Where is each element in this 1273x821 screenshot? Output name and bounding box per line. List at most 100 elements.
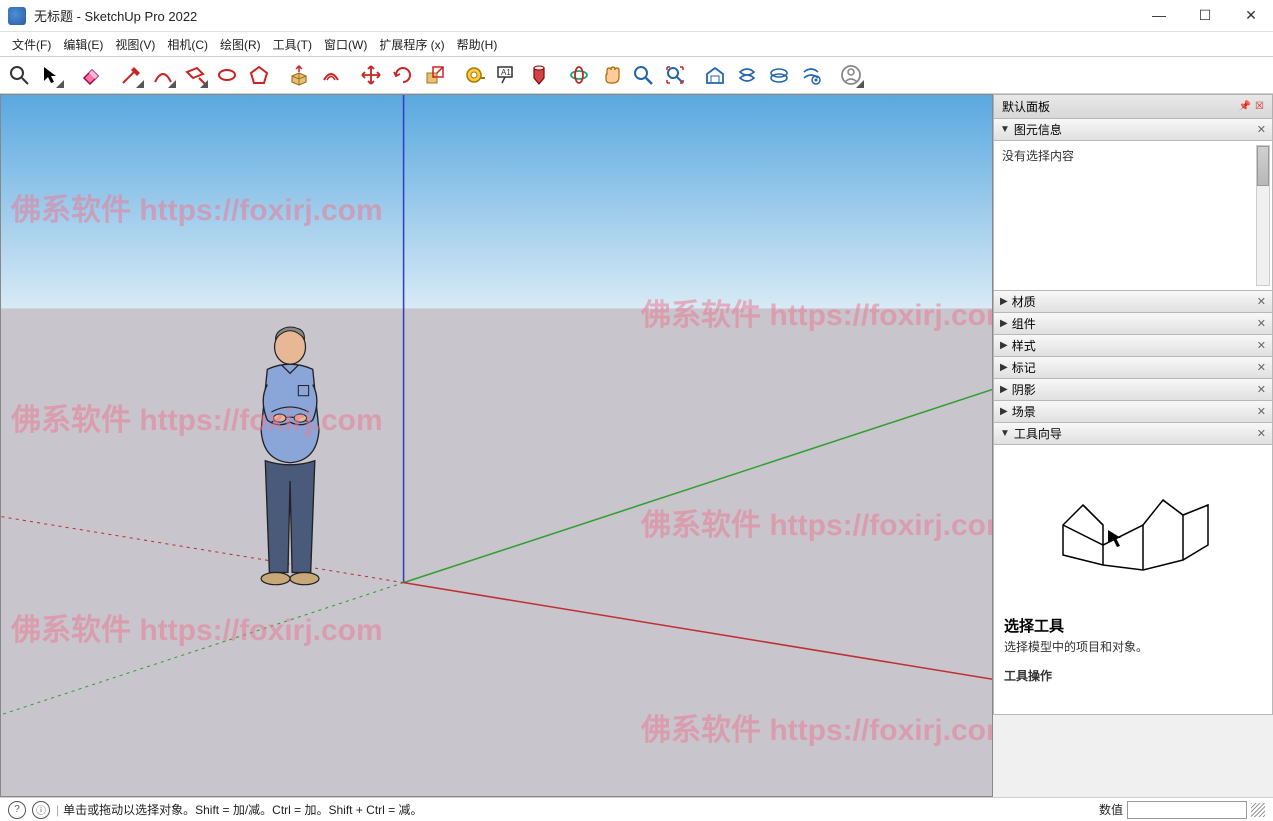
menu-extensions[interactable]: 扩展程序 (x)	[373, 33, 450, 56]
tray-title-bar[interactable]: 默认面板 📌 ☒	[993, 94, 1273, 119]
tape-tool[interactable]	[460, 60, 490, 90]
menu-tools[interactable]: 工具(T)	[267, 33, 318, 56]
panel-shadows-label: 阴影	[1012, 381, 1036, 398]
measure-label: 数值	[1099, 801, 1123, 818]
panel-entity-info-header[interactable]: ▼ 图元信息 ✕	[993, 118, 1273, 141]
line-tool[interactable]	[116, 60, 146, 90]
search-tool[interactable]	[4, 60, 34, 90]
expand-icon: ▶	[1000, 362, 1008, 373]
orbit-tool[interactable]	[564, 60, 594, 90]
warehouse-tool[interactable]	[700, 60, 730, 90]
expand-icon: ▶	[1000, 318, 1008, 329]
panel-close-icon[interactable]: ✕	[1257, 123, 1266, 136]
tray-title: 默认面板	[1002, 98, 1050, 115]
maximize-button[interactable]: ☐	[1191, 7, 1219, 24]
paint-tool[interactable]	[524, 60, 554, 90]
measure-input[interactable]	[1127, 801, 1247, 819]
geolocation-icon[interactable]: ?	[8, 801, 26, 819]
scrollbar-thumb[interactable]	[1257, 146, 1269, 186]
rotate-tool[interactable]	[388, 60, 418, 90]
main-toolbar: A1	[0, 56, 1273, 94]
credits-icon[interactable]: ⓘ	[32, 801, 50, 819]
panel-instructor-header[interactable]: ▼ 工具向导 ✕	[993, 422, 1273, 445]
arc-tool[interactable]	[148, 60, 178, 90]
instructor-tool-title: 选择工具	[1004, 615, 1262, 636]
zoom-extents-tool[interactable]	[660, 60, 690, 90]
instructor-sub-header: 工具操作	[1004, 667, 1262, 684]
status-hint: 单击或拖动以选择对象。Shift = 加/减。Ctrl = 加。Shift + …	[63, 801, 1099, 818]
tray-close-icon[interactable]: ☒	[1255, 101, 1264, 112]
menu-draw[interactable]: 绘图(R)	[214, 33, 267, 56]
panel-scenes-label: 场景	[1012, 403, 1036, 420]
statusbar: ? ⓘ | 单击或拖动以选择对象。Shift = 加/减。Ctrl = 加。Sh…	[0, 797, 1273, 821]
panel-close-icon[interactable]: ✕	[1257, 361, 1266, 374]
instructor-tool-desc: 选择模型中的项目和对象。	[1004, 638, 1262, 655]
panel-tags-header[interactable]: ▶ 标记 ✕	[993, 356, 1273, 379]
3d-viewport[interactable]: 佛系软件 https://foxirj.com 佛系软件 https://fox…	[0, 94, 993, 797]
menu-help[interactable]: 帮助(H)	[451, 33, 504, 56]
scrollbar[interactable]	[1256, 145, 1270, 286]
resize-grip[interactable]	[1251, 803, 1265, 817]
select-tool[interactable]	[36, 60, 66, 90]
ext-manager-tool[interactable]	[796, 60, 826, 90]
eraser-tool[interactable]	[76, 60, 106, 90]
minimize-button[interactable]: —	[1145, 7, 1173, 24]
menubar: 文件(F) 编辑(E) 视图(V) 相机(C) 绘图(R) 工具(T) 窗口(W…	[0, 32, 1273, 56]
expand-icon: ▶	[1000, 384, 1008, 395]
rectangle-tool[interactable]	[180, 60, 210, 90]
menu-file[interactable]: 文件(F)	[6, 33, 57, 56]
expand-icon: ▶	[1000, 296, 1008, 307]
content-area: 佛系软件 https://foxirj.com 佛系软件 https://fox…	[0, 94, 1273, 797]
expand-icon: ▶	[1000, 406, 1008, 417]
pushpull-tool[interactable]	[284, 60, 314, 90]
instructor-illustration	[1033, 475, 1233, 585]
ext-warehouse-tool[interactable]	[732, 60, 762, 90]
svg-text:A1: A1	[501, 68, 511, 77]
menu-edit[interactable]: 编辑(E)	[57, 33, 109, 56]
offset-tool[interactable]	[316, 60, 346, 90]
panel-entity-info-label: 图元信息	[1014, 121, 1062, 138]
text-tool[interactable]: A1	[492, 60, 522, 90]
menu-view[interactable]: 视图(V)	[109, 33, 161, 56]
menu-camera[interactable]: 相机(C)	[161, 33, 214, 56]
collapse-icon: ▼	[1000, 428, 1010, 439]
panel-close-icon[interactable]: ✕	[1257, 317, 1266, 330]
panel-styles-header[interactable]: ▶ 样式 ✕	[993, 334, 1273, 357]
panel-close-icon[interactable]: ✕	[1257, 295, 1266, 308]
panel-entity-info-body: 没有选择内容	[993, 141, 1273, 291]
menu-window[interactable]: 窗口(W)	[318, 33, 373, 56]
panel-close-icon[interactable]: ✕	[1257, 339, 1266, 352]
viewport-canvas	[1, 95, 992, 796]
panel-close-icon[interactable]: ✕	[1257, 405, 1266, 418]
user-tool[interactable]	[836, 60, 866, 90]
panel-materials-header[interactable]: ▶ 材质 ✕	[993, 290, 1273, 313]
panel-components-label: 组件	[1012, 315, 1036, 332]
layout-tool[interactable]	[764, 60, 794, 90]
scale-tool[interactable]	[420, 60, 450, 90]
circle-tool[interactable]	[212, 60, 242, 90]
move-tool[interactable]	[356, 60, 386, 90]
zoom-tool[interactable]	[628, 60, 658, 90]
close-button[interactable]: ✕	[1237, 7, 1265, 24]
expand-icon: ▶	[1000, 340, 1008, 351]
panel-instructor-body: 选择工具 选择模型中的项目和对象。 工具操作	[993, 445, 1273, 715]
default-tray: 默认面板 📌 ☒ ▼ 图元信息 ✕ 没有选择内容 ▶ 材质 ✕ ▶ 组件 ✕ ▶ …	[993, 94, 1273, 797]
window-title: 无标题 - SketchUp Pro 2022	[34, 6, 1145, 25]
pan-tool[interactable]	[596, 60, 626, 90]
panel-materials-label: 材质	[1012, 293, 1036, 310]
tray-pin-icon[interactable]: 📌	[1239, 101, 1251, 112]
collapse-icon: ▼	[1000, 124, 1010, 135]
panel-close-icon[interactable]: ✕	[1257, 427, 1266, 440]
window-controls: — ☐ ✕	[1145, 7, 1265, 24]
panel-styles-label: 样式	[1012, 337, 1036, 354]
panel-components-header[interactable]: ▶ 组件 ✕	[993, 312, 1273, 335]
panel-close-icon[interactable]: ✕	[1257, 383, 1266, 396]
titlebar: 无标题 - SketchUp Pro 2022 — ☐ ✕	[0, 0, 1273, 32]
panel-tags-label: 标记	[1012, 359, 1036, 376]
polygon-tool[interactable]	[244, 60, 274, 90]
entity-info-empty: 没有选择内容	[1002, 149, 1074, 163]
app-icon	[8, 7, 26, 25]
panel-shadows-header[interactable]: ▶ 阴影 ✕	[993, 378, 1273, 401]
panel-scenes-header[interactable]: ▶ 场景 ✕	[993, 400, 1273, 423]
panel-instructor-label: 工具向导	[1014, 425, 1062, 442]
